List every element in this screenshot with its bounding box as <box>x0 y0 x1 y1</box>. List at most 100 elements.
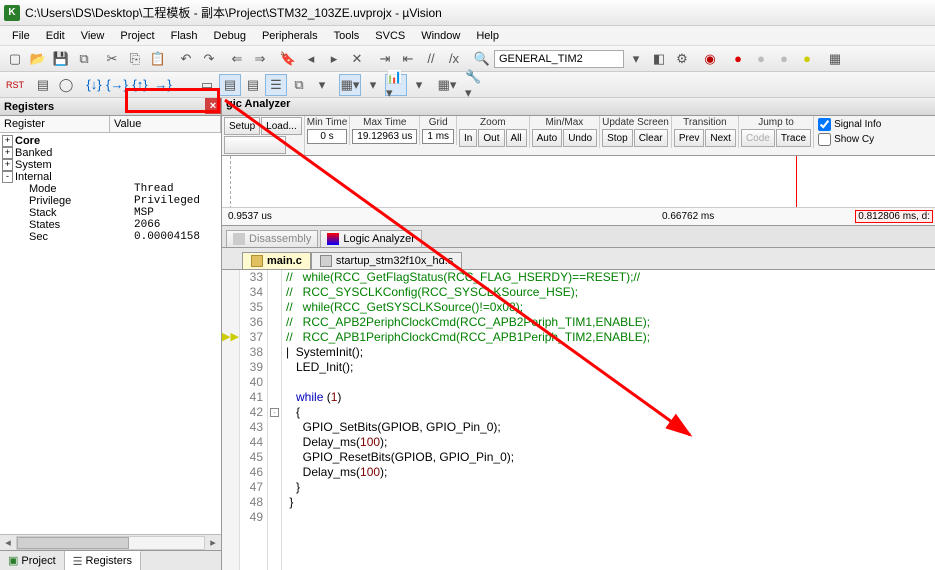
la-jump-code-button[interactable]: Code <box>741 129 775 147</box>
register-row[interactable]: ModeThread <box>2 183 219 195</box>
reset-icon[interactable]: RST <box>4 74 26 96</box>
disassembly-icon <box>233 233 245 245</box>
menu-edit[interactable]: Edit <box>38 28 73 44</box>
la-next-button[interactable]: Next <box>705 129 736 147</box>
register-row[interactable]: +Core <box>2 135 219 147</box>
la-minmax-label: Min/Max <box>532 117 597 128</box>
la-signal-info-check[interactable]: Signal Info <box>816 117 883 132</box>
step-out-icon[interactable]: {↑} <box>129 74 151 96</box>
menu-help[interactable]: Help <box>468 28 507 44</box>
bookmark-prev-icon[interactable]: ◂ <box>300 48 322 70</box>
stop-icon[interactable]: ◯ <box>55 74 77 96</box>
la-load-button[interactable]: Load... <box>261 117 302 135</box>
uncomment-icon[interactable]: /x <box>443 48 465 70</box>
outdent-icon[interactable]: ⇤ <box>397 48 419 70</box>
run-to-cursor-icon[interactable]: →} <box>152 74 174 96</box>
menu-view[interactable]: View <box>73 28 113 44</box>
callstack-window-icon[interactable]: ⧉ <box>288 74 310 96</box>
menu-debug[interactable]: Debug <box>206 28 254 44</box>
register-row[interactable]: PrivilegePrivileged <box>2 195 219 207</box>
toolbox-icon[interactable]: 🔧▾ <box>464 74 486 96</box>
find-icon[interactable]: 🔍 <box>471 48 493 70</box>
la-clear-button[interactable]: Clear <box>634 129 668 147</box>
register-row[interactable]: +Banked <box>2 147 219 159</box>
la-setup-button[interactable]: Setup <box>224 117 260 135</box>
nav-fwd-icon[interactable]: ⇒ <box>249 48 271 70</box>
tab-project[interactable]: ▣Project <box>0 551 65 570</box>
memory-window-icon[interactable]: ▦▾ <box>339 74 361 96</box>
save-all-icon[interactable]: ⧉ <box>73 48 95 70</box>
tab-logic-analyzer[interactable]: Logic Analyzer <box>320 230 422 247</box>
register-row[interactable]: Sec0.00004158 <box>2 231 219 243</box>
analysis-window-icon[interactable]: 📊▾ <box>385 74 407 96</box>
close-icon[interactable]: × <box>205 98 221 114</box>
nav-back-icon[interactable]: ⇐ <box>226 48 248 70</box>
cut-icon[interactable]: ✂ <box>101 48 123 70</box>
registers-tree[interactable]: +Core+Banked+System-InternalModeThreadPr… <box>0 133 221 534</box>
disasm-window-icon[interactable]: ▤ <box>219 74 241 96</box>
debug-start-icon[interactable]: ◉ <box>699 48 721 70</box>
menu-file[interactable]: File <box>4 28 38 44</box>
window-layout-icon[interactable]: ▦ <box>824 48 846 70</box>
new-file-icon[interactable]: ▢ <box>4 48 26 70</box>
dropdown-icon[interactable]: ▾ <box>625 48 647 70</box>
la-save-button[interactable] <box>224 136 286 154</box>
la-zoom-out-button[interactable]: Out <box>478 129 504 147</box>
run-icon[interactable]: ▤ <box>32 74 54 96</box>
step-into-icon[interactable]: {↓} <box>83 74 105 96</box>
undo-icon[interactable]: ↶ <box>175 48 197 70</box>
comment-icon[interactable]: // <box>420 48 442 70</box>
tab-registers[interactable]: ☰Registers <box>65 551 141 570</box>
editor-code-body[interactable]: // while(RCC_GetFlagStatus(RCC_FLAG_HSER… <box>282 270 935 570</box>
menu-project[interactable]: Project <box>112 28 162 44</box>
la-show-cycles-check[interactable]: Show Cy <box>816 132 883 147</box>
status-dot-grey1: ● <box>750 48 772 70</box>
watch-window-icon[interactable]: ▾ <box>311 74 333 96</box>
symbols-window-icon[interactable]: ▤ <box>242 74 264 96</box>
la-zoom-all-button[interactable]: All <box>506 129 527 147</box>
copy-icon[interactable]: ⎘ <box>124 48 146 70</box>
la-ruler-mid: 0.66762 ms <box>662 211 714 222</box>
tab-disassembly[interactable]: Disassembly <box>226 230 318 247</box>
la-zoom-in-button[interactable]: In <box>459 129 477 147</box>
file-tab-startup-s[interactable]: startup_stm32f10x_hd.s <box>311 252 462 269</box>
la-undo-button[interactable]: Undo <box>563 129 597 147</box>
system-viewer-icon[interactable]: ▦▾ <box>436 74 458 96</box>
register-row[interactable]: States2066 <box>2 219 219 231</box>
la-prev-button[interactable]: Prev <box>674 129 705 147</box>
la-max-time-value: 19.12963 us <box>352 129 417 144</box>
file-tab-main-c[interactable]: main.c <box>242 252 311 269</box>
logic-analyzer-plot[interactable]: 0.9537 us 0.66762 ms 0.812806 ms, d: <box>222 156 935 226</box>
trace-window-icon[interactable]: ▾ <box>408 74 430 96</box>
scroll-left-icon[interactable]: ◂ <box>0 536 16 549</box>
step-over-icon[interactable]: {→} <box>106 74 128 96</box>
bookmark-icon[interactable]: 🔖 <box>277 48 299 70</box>
indent-icon[interactable]: ⇥ <box>374 48 396 70</box>
serial-window-icon[interactable]: ▾ <box>362 74 384 96</box>
la-stop-button[interactable]: Stop <box>602 129 633 147</box>
register-row[interactable]: StackMSP <box>2 207 219 219</box>
options-icon[interactable]: ⚙ <box>671 48 693 70</box>
scroll-right-icon[interactable]: ▸ <box>205 536 221 549</box>
menu-tools[interactable]: Tools <box>326 28 368 44</box>
redo-icon[interactable]: ↷ <box>198 48 220 70</box>
menu-svcs[interactable]: SVCS <box>367 28 413 44</box>
paste-icon[interactable]: 📋 <box>147 48 169 70</box>
config-target-icon[interactable]: ◧ <box>648 48 670 70</box>
save-icon[interactable]: 💾 <box>50 48 72 70</box>
menu-peripherals[interactable]: Peripherals <box>254 28 326 44</box>
bookmark-next-icon[interactable]: ▸ <box>323 48 345 70</box>
la-jump-trace-button[interactable]: Trace <box>776 129 811 147</box>
registers-hscroll[interactable]: ◂ ▸ <box>0 534 221 550</box>
menu-flash[interactable]: Flash <box>163 28 206 44</box>
bookmark-clear-icon[interactable]: ✕ <box>346 48 368 70</box>
code-editor[interactable]: ▶▶ 3334353637383940414243444546474849 - … <box>222 270 935 570</box>
target-select[interactable] <box>494 50 624 68</box>
la-auto-button[interactable]: Auto <box>532 129 563 147</box>
register-row[interactable]: +System <box>2 159 219 171</box>
registers-window-icon[interactable]: ☰ <box>265 74 287 96</box>
register-row[interactable]: -Internal <box>2 171 219 183</box>
open-file-icon[interactable]: 📂 <box>27 48 49 70</box>
menu-window[interactable]: Window <box>413 28 468 44</box>
command-window-icon[interactable]: ▭ <box>196 74 218 96</box>
